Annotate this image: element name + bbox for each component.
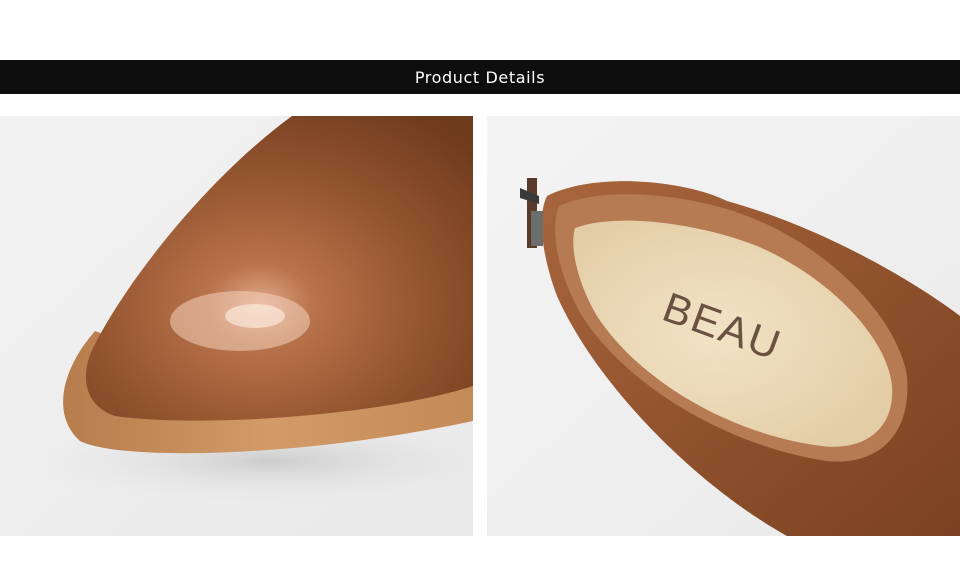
insole-photo: BEAU (487, 116, 960, 536)
section-title: Product Details (414, 67, 546, 87)
toe-closeup-photo (0, 116, 473, 536)
toe-closeup-image (0, 116, 473, 536)
insole-image: BEAU (487, 116, 960, 536)
section-banner: Product Details (0, 60, 960, 94)
